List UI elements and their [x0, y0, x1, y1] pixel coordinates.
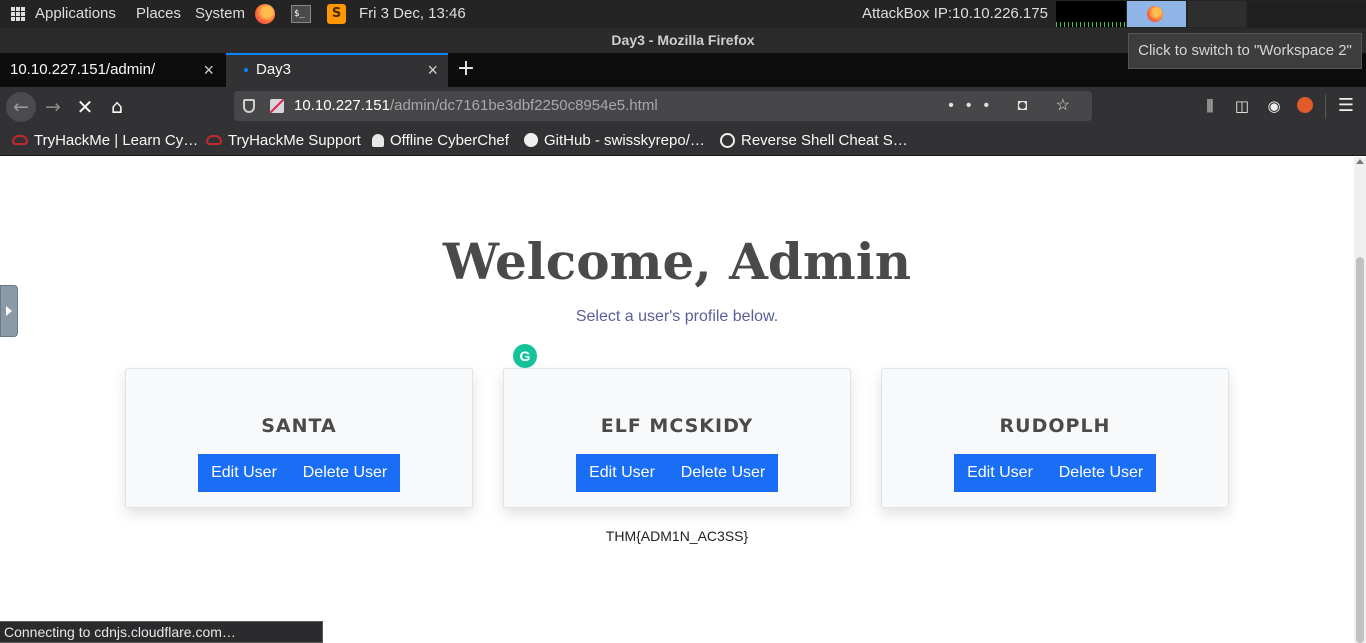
workspace-1-button[interactable]	[1127, 1, 1186, 27]
tab-day3[interactable]: Day3 ×	[226, 53, 448, 87]
url-host: 10.10.227.151	[294, 97, 390, 114]
bookmark-reverse-shell[interactable]: Reverse Shell Cheat S…	[720, 126, 908, 156]
navigation-toolbar: ← → ✕ ⌂ 10.10.227.151/admin/dc7161be3dbf…	[0, 87, 1366, 126]
user-name: ELF MCSKIDY	[600, 415, 754, 437]
tryhackme-icon	[12, 135, 28, 146]
firefox-launcher-icon[interactable]	[255, 4, 275, 24]
tab-loading-dot-icon	[244, 68, 248, 72]
user-card-santa: SANTA Edit User Delete User	[125, 368, 473, 508]
home-button[interactable]: ⌂	[102, 92, 132, 122]
user-card-elf-mcskidy: ELF MCSKIDY Edit User Delete User	[503, 368, 851, 508]
bookmarks-toolbar: TryHackMe | Learn Cy… TryHackMe Support …	[0, 126, 1366, 156]
workspace-3-button[interactable]	[1248, 1, 1366, 27]
hamburger-menu-icon[interactable]: ☰	[1337, 97, 1355, 115]
system-top-panel: Applications Places System $_ S Fri 3 De…	[0, 0, 1366, 28]
github-icon	[524, 133, 538, 148]
edit-user-button[interactable]: Edit User	[576, 454, 668, 492]
places-menu[interactable]: Places	[136, 5, 181, 22]
toolbar-divider	[1325, 95, 1326, 119]
edit-user-button[interactable]: Edit User	[198, 454, 290, 492]
bookmark-tryhackme-learn[interactable]: TryHackMe | Learn Cy…	[12, 126, 198, 156]
bookmark-github[interactable]: GitHub - swisskyrepo/…	[524, 126, 705, 156]
bookmark-label: Offline CyberChef	[390, 132, 509, 149]
url-bar[interactable]: 10.10.227.151/admin/dc7161be3dbf2250c895…	[234, 91, 1092, 121]
close-tab-icon[interactable]: ×	[427, 55, 438, 85]
tab-label: 10.10.227.151/admin/	[10, 61, 156, 78]
tab-label: Day3	[256, 61, 292, 78]
bookmark-label: Reverse Shell Cheat S…	[741, 132, 908, 149]
user-actions: Edit User Delete User	[576, 454, 778, 492]
close-tab-icon[interactable]: ×	[203, 53, 214, 87]
user-name: SANTA	[261, 415, 337, 437]
attackbox-ip: AttackBox IP:10.10.226.175	[862, 5, 1048, 22]
clock[interactable]: Fri 3 Dec, 13:46	[359, 5, 466, 22]
delete-user-button[interactable]: Delete User	[668, 454, 778, 492]
delete-user-button[interactable]: Delete User	[290, 454, 400, 492]
grammarly-icon[interactable]: G	[513, 344, 537, 368]
edit-user-button[interactable]: Edit User	[954, 454, 1046, 492]
user-actions: Edit User Delete User	[954, 454, 1156, 492]
status-bar: Connecting to cdnjs.cloudflare.com…	[0, 621, 323, 643]
foxyproxy-extension-icon[interactable]	[1297, 97, 1315, 115]
bookmark-label: TryHackMe | Learn Cy…	[34, 132, 199, 149]
chef-hat-icon	[372, 133, 384, 147]
user-actions: Edit User Delete User	[198, 454, 400, 492]
tryhackme-icon	[206, 135, 222, 146]
library-icon[interactable]: ⫼	[1201, 97, 1219, 115]
page-scrollbar[interactable]	[1354, 157, 1366, 643]
terminal-launcher-icon[interactable]: $_	[291, 5, 311, 23]
applications-menu[interactable]: Applications	[35, 5, 116, 22]
globe-icon	[720, 132, 735, 148]
insecure-lock-icon[interactable]	[270, 99, 284, 113]
forward-button[interactable]: →	[38, 92, 68, 122]
page-title: Welcome, Admin	[442, 232, 912, 291]
scrollbar-thumb[interactable]	[1356, 257, 1364, 643]
system-menu[interactable]: System	[195, 5, 245, 22]
flag-text: THM{ADM1N_AC3SS}	[605, 528, 749, 544]
bookmark-label: TryHackMe Support	[228, 132, 361, 149]
page-subtitle: Select a user's profile below.	[575, 308, 779, 325]
bookmark-tryhackme-support[interactable]: TryHackMe Support	[206, 126, 361, 156]
tab-admin[interactable]: 10.10.227.151/admin/ ×	[0, 53, 224, 87]
page-content: Welcome, Admin Select a user's profile b…	[0, 157, 1354, 643]
stop-loading-button[interactable]: ✕	[70, 92, 100, 122]
sidebar-icon[interactable]: ◫	[1233, 97, 1251, 115]
user-name: RUDOPLH	[999, 415, 1111, 437]
scroll-up-arrow-icon[interactable]	[1356, 159, 1364, 164]
workspace-2-button[interactable]	[1188, 1, 1246, 27]
sublime-launcher-icon[interactable]: S	[327, 4, 346, 24]
user-card-rudoplh: RUDOPLH Edit User Delete User	[881, 368, 1229, 508]
bookmark-cyberchef[interactable]: Offline CyberChef	[372, 126, 509, 156]
applications-grid-icon[interactable]	[11, 7, 25, 21]
delete-user-button[interactable]: Delete User	[1046, 454, 1156, 492]
workspace-tooltip: Click to switch to "Workspace 2"	[1128, 33, 1362, 69]
page-actions-icons[interactable]: ••• ◘ ☆	[948, 91, 1082, 121]
url-path: /admin/dc7161be3dbf2250c8954e5.html	[389, 97, 658, 114]
url-text[interactable]: 10.10.227.151/admin/dc7161be3dbf2250c895…	[294, 91, 658, 121]
firefox-window-icon	[1147, 6, 1163, 22]
account-icon[interactable]: ◉	[1265, 97, 1283, 115]
tracking-protection-shield-icon[interactable]	[243, 99, 255, 113]
back-button[interactable]: ←	[6, 92, 36, 122]
system-monitor-graph[interactable]	[1056, 1, 1126, 27]
new-tab-button[interactable]: +	[455, 53, 477, 87]
bookmark-label: GitHub - swisskyrepo/…	[544, 132, 705, 149]
